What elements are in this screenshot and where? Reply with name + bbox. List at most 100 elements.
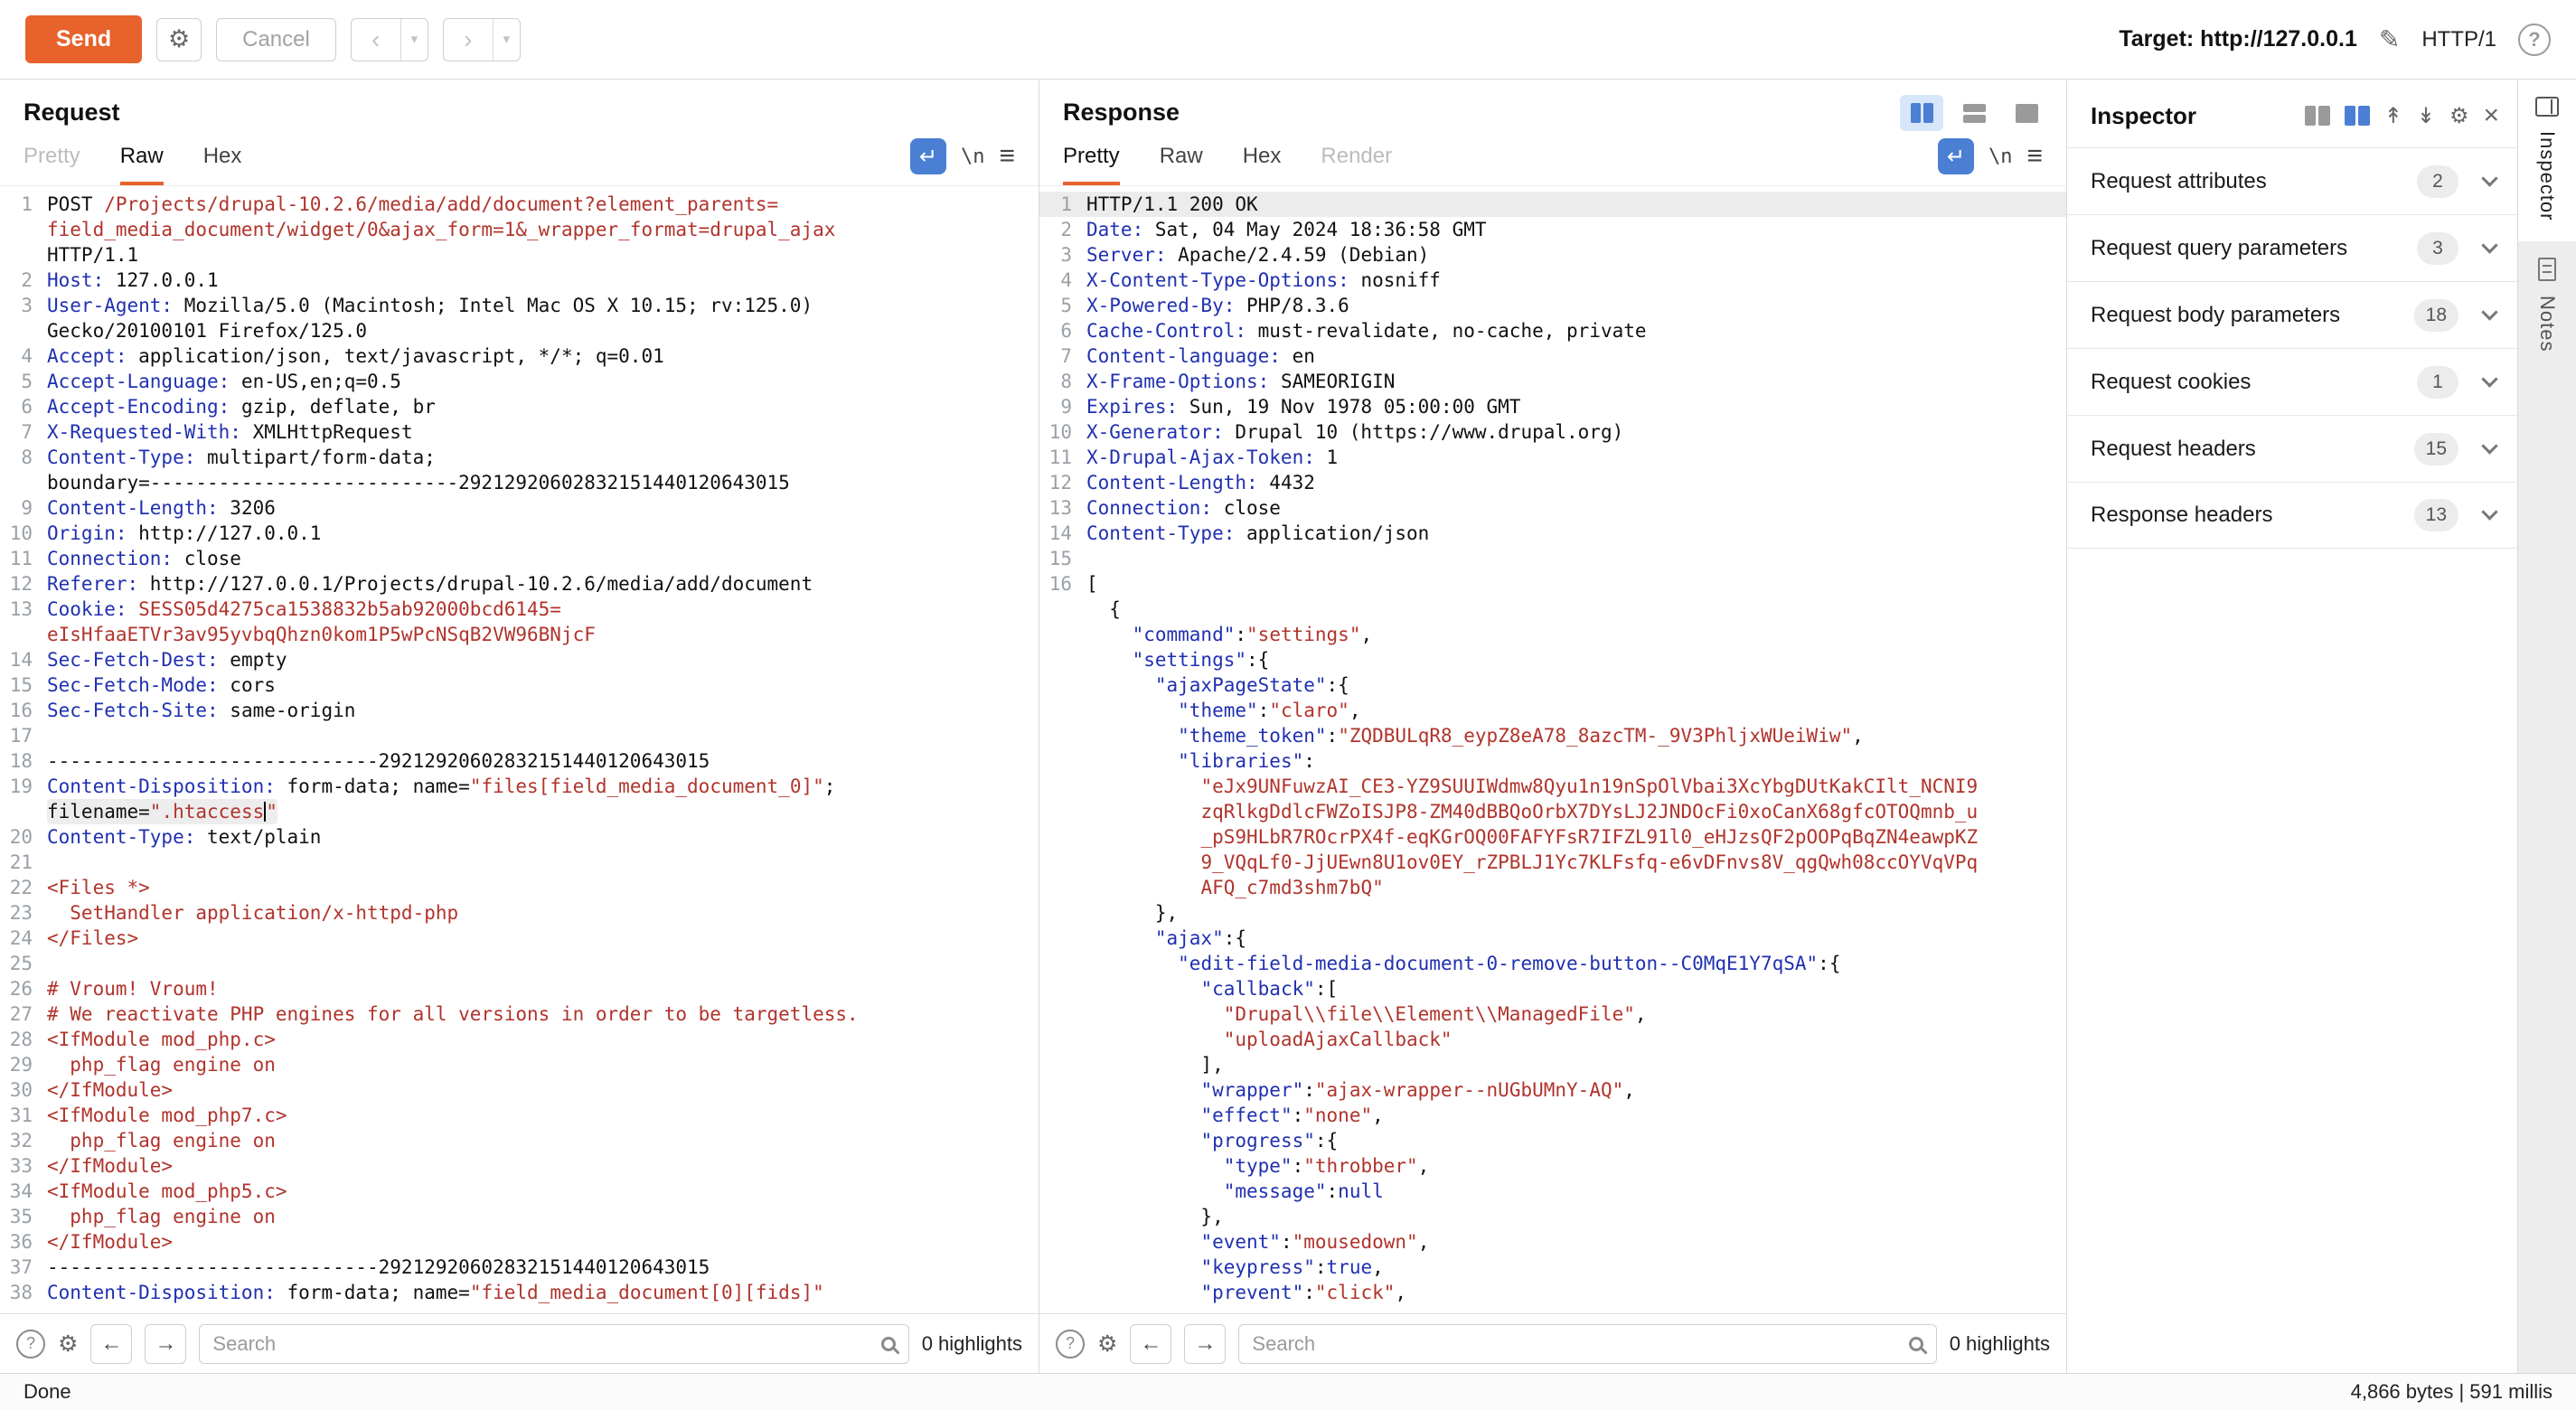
section-label: Request query parameters bbox=[2091, 236, 2347, 261]
line-number: 1 bbox=[1039, 192, 1086, 217]
section-count-badge: 18 bbox=[2414, 299, 2458, 332]
section-right: 1 bbox=[2417, 366, 2496, 399]
request-tabs: Pretty Raw Hex ↵ \n ≡ bbox=[0, 132, 1039, 186]
request-tab-raw[interactable]: Raw bbox=[120, 144, 164, 185]
request-search-input[interactable] bbox=[212, 1332, 873, 1356]
back-arrow-icon[interactable]: ‹ bbox=[352, 19, 400, 61]
inspector-section-request-attributes[interactable]: Request attributes2 bbox=[2067, 147, 2517, 214]
response-tab-raw[interactable]: Raw bbox=[1160, 144, 1203, 185]
line-content: "callback":[ bbox=[1086, 976, 1338, 1001]
editor-menu-icon[interactable]: ≡ bbox=[999, 141, 1015, 172]
response-code-line: "eJx9UNFuwzAI_CE3-YZ9SUUIWdmw8Qyu1n19nSp… bbox=[1039, 774, 2066, 799]
side-tab-inspector[interactable]: Inspector bbox=[2518, 80, 2576, 241]
inspector-view-columns-icon[interactable] bbox=[2305, 106, 2330, 126]
search-prev-button[interactable]: ← bbox=[1130, 1324, 1171, 1364]
inspector-close-icon[interactable]: × bbox=[2483, 100, 2499, 131]
word-wrap-toggle-icon[interactable]: ↵ bbox=[910, 138, 946, 174]
send-button[interactable]: Send bbox=[25, 15, 142, 63]
request-code-line: 35 php_flag engine on bbox=[0, 1204, 1039, 1229]
response-code-line: "keypress":true, bbox=[1039, 1255, 2066, 1280]
line-number bbox=[0, 217, 47, 242]
response-tab-render[interactable]: Render bbox=[1321, 144, 1392, 185]
request-tab-hex[interactable]: Hex bbox=[203, 144, 242, 185]
request-tab-pretty[interactable]: Pretty bbox=[24, 144, 80, 185]
inspector-section-response-headers[interactable]: Response headers13 bbox=[2067, 482, 2517, 549]
line-number bbox=[1039, 951, 1086, 976]
line-number bbox=[1039, 597, 1086, 622]
word-wrap-toggle-icon[interactable]: ↵ bbox=[1938, 138, 1974, 174]
history-back-button[interactable]: ‹ ▾ bbox=[351, 18, 428, 61]
line-number: 37 bbox=[0, 1255, 47, 1280]
response-code-line: }, bbox=[1039, 900, 2066, 926]
show-newlines-button[interactable]: \n bbox=[1988, 146, 2013, 168]
http-version-toggle[interactable]: HTTP/1 bbox=[2421, 27, 2496, 52]
line-content: </IfModule> bbox=[47, 1153, 173, 1179]
request-code-line: 1POST /Projects/drupal-10.2.6/media/add/… bbox=[0, 192, 1039, 217]
line-number: 28 bbox=[0, 1027, 47, 1052]
back-dropdown-caret-icon[interactable]: ▾ bbox=[400, 19, 428, 61]
line-number: 7 bbox=[1039, 343, 1086, 369]
request-code-line: 21 bbox=[0, 850, 1039, 875]
search-next-button[interactable]: → bbox=[1184, 1324, 1226, 1364]
line-content: Sec-Fetch-Dest: empty bbox=[47, 647, 287, 672]
line-number bbox=[0, 622, 47, 647]
line-content: "uploadAjaxCallback" bbox=[1086, 1027, 1453, 1052]
editor-menu-icon[interactable]: ≡ bbox=[2026, 141, 2043, 172]
response-tab-pretty[interactable]: Pretty bbox=[1063, 144, 1120, 185]
line-number bbox=[1039, 824, 1086, 850]
request-code-line: 2Host: 127.0.0.1 bbox=[0, 268, 1039, 293]
response-editor[interactable]: 1HTTP/1.1 200 OK2Date: Sat, 04 May 2024 … bbox=[1039, 186, 2066, 1313]
search-settings-gear-icon[interactable]: ⚙ bbox=[1097, 1330, 1117, 1358]
line-content: Content-Length: 4432 bbox=[1086, 470, 1315, 495]
search-help-icon[interactable]: ? bbox=[1056, 1330, 1085, 1358]
collapse-all-icon[interactable]: ↟ bbox=[2384, 103, 2402, 129]
response-code-line: 15 bbox=[1039, 546, 2066, 571]
response-tab-hex[interactable]: Hex bbox=[1243, 144, 1282, 185]
response-code-line: 7Content-language: en bbox=[1039, 343, 2066, 369]
request-code-line: HTTP/1.1 bbox=[0, 242, 1039, 268]
search-help-icon[interactable]: ? bbox=[16, 1330, 45, 1358]
chevron-down-icon bbox=[2481, 304, 2497, 320]
history-forward-button[interactable]: › ▾ bbox=[443, 18, 521, 61]
search-settings-gear-icon[interactable]: ⚙ bbox=[58, 1330, 78, 1358]
inspector-section-request-cookies[interactable]: Request cookies1 bbox=[2067, 348, 2517, 415]
line-number: 11 bbox=[1039, 445, 1086, 470]
forward-dropdown-caret-icon[interactable]: ▾ bbox=[493, 19, 520, 61]
response-highlights-count: 0 highlights bbox=[1950, 1332, 2050, 1356]
inspector-settings-gear-icon[interactable]: ⚙ bbox=[2449, 103, 2469, 129]
forward-arrow-icon[interactable]: › bbox=[444, 19, 493, 61]
expand-all-icon[interactable]: ↡ bbox=[2417, 103, 2435, 129]
request-code-line: 25 bbox=[0, 951, 1039, 976]
line-number: 16 bbox=[0, 698, 47, 723]
request-code-line: 14Sec-Fetch-Dest: empty bbox=[0, 647, 1039, 672]
line-number: 12 bbox=[1039, 470, 1086, 495]
columns-layout-icon bbox=[1911, 103, 1933, 123]
line-content: <Files *> bbox=[47, 875, 150, 900]
layout-single-button[interactable] bbox=[2005, 95, 2048, 131]
send-settings-gear-icon[interactable]: ⚙ bbox=[156, 18, 202, 61]
side-tab-notes[interactable]: Notes bbox=[2518, 241, 2576, 371]
inspector-header-icons: ↟ ↡ ⚙ × bbox=[2305, 100, 2499, 131]
layout-rows-button[interactable] bbox=[1952, 95, 1996, 131]
line-number bbox=[1039, 900, 1086, 926]
toolbar-right-group: Target: http://127.0.0.1 ✎ HTTP/1 ? bbox=[2119, 24, 2551, 56]
inspector-section-request-query-parameters[interactable]: Request query parameters3 bbox=[2067, 214, 2517, 281]
cancel-button[interactable]: Cancel bbox=[216, 18, 336, 61]
help-icon[interactable]: ? bbox=[2518, 24, 2551, 56]
line-number bbox=[1039, 1001, 1086, 1027]
response-tab-list: Pretty Raw Hex Render bbox=[1063, 144, 1392, 185]
request-editor[interactable]: 1POST /Projects/drupal-10.2.6/media/add/… bbox=[0, 186, 1039, 1313]
inspector-section-request-headers[interactable]: Request headers15 bbox=[2067, 415, 2517, 482]
response-search-input[interactable] bbox=[1252, 1332, 1901, 1356]
response-code-line: 8X-Frame-Options: SAMEORIGIN bbox=[1039, 369, 2066, 394]
inspector-section-request-body-parameters[interactable]: Request body parameters18 bbox=[2067, 281, 2517, 348]
show-newlines-button[interactable]: \n bbox=[961, 146, 985, 168]
edit-target-pencil-icon[interactable]: ✎ bbox=[2379, 24, 2400, 54]
search-prev-button[interactable]: ← bbox=[90, 1324, 132, 1364]
inspector-view-split-icon[interactable] bbox=[2345, 106, 2370, 126]
line-number: 4 bbox=[1039, 268, 1086, 293]
line-content: X-Drupal-Ajax-Token: 1 bbox=[1086, 445, 1338, 470]
layout-columns-button[interactable] bbox=[1900, 95, 1943, 131]
line-content: </IfModule> bbox=[47, 1077, 173, 1103]
search-next-button[interactable]: → bbox=[145, 1324, 186, 1364]
